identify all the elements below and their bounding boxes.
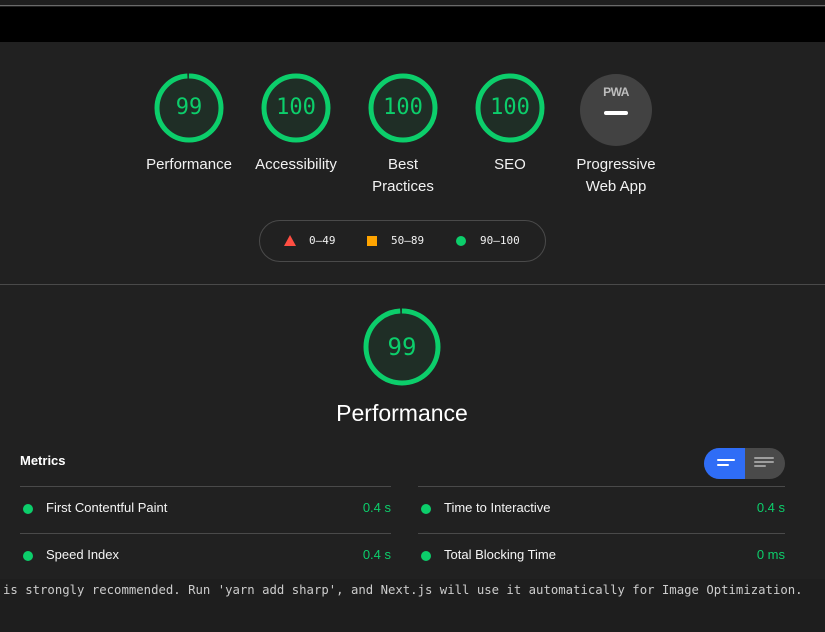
metric-label: Speed Index bbox=[46, 547, 120, 562]
seo-score: 100 bbox=[490, 95, 530, 120]
pwa-badge[interactable]: PWA bbox=[580, 74, 652, 146]
metrics-divider bbox=[20, 486, 391, 487]
metric-value: 0.4 s bbox=[756, 500, 785, 515]
score-scale-legend: 0–49 50–89 90–100 bbox=[259, 220, 546, 262]
section-divider bbox=[0, 284, 825, 285]
pwa-dash-icon bbox=[604, 111, 628, 115]
metric-value: 0.4 s bbox=[362, 500, 391, 515]
toolbar-bar bbox=[0, 7, 825, 42]
metric-first-contentful-paint: First Contentful Paint 0.4 s bbox=[20, 498, 391, 518]
seo-label: SEO bbox=[494, 156, 526, 173]
square-icon bbox=[367, 236, 377, 246]
performance-section-title: Performance bbox=[336, 400, 468, 426]
performance-label: Performance bbox=[146, 156, 232, 173]
metrics-divider bbox=[418, 533, 785, 534]
metric-label: Total Blocking Time bbox=[444, 547, 556, 562]
performance-section-score: 99 bbox=[387, 333, 417, 361]
pwa-label: Progressive Web App bbox=[576, 156, 656, 195]
triangle-icon bbox=[284, 235, 296, 246]
legend-fail-range: 0–49 bbox=[309, 234, 336, 247]
seo-gauge[interactable]: 100 bbox=[474, 72, 546, 144]
metrics-heading: Metrics bbox=[20, 453, 66, 468]
list-expanded-icon[interactable] bbox=[704, 448, 745, 479]
metrics-view-toggle[interactable] bbox=[704, 448, 785, 479]
terminal-line: is strongly recommended. Run 'yarn add s… bbox=[3, 583, 803, 597]
pwa-badge-text: PWA bbox=[603, 85, 629, 99]
circle-icon bbox=[23, 504, 33, 514]
metric-value: 0 ms bbox=[756, 547, 785, 562]
accessibility-gauge[interactable]: 100 bbox=[260, 72, 332, 144]
legend-pass-range: 90–100 bbox=[480, 234, 520, 247]
metric-label: First Contentful Paint bbox=[46, 500, 168, 515]
terminal-output[interactable]: is strongly recommended. Run 'yarn add s… bbox=[0, 579, 825, 632]
circle-icon bbox=[421, 504, 431, 514]
metric-speed-index: Speed Index 0.4 s bbox=[20, 545, 391, 565]
circle-icon bbox=[23, 551, 33, 561]
accessibility-score: 100 bbox=[276, 95, 316, 120]
best-practices-label: Best Practices bbox=[372, 156, 434, 195]
metric-time-to-interactive: Time to Interactive 0.4 s bbox=[418, 498, 785, 518]
best-practices-gauge[interactable]: 100 bbox=[367, 72, 439, 144]
metric-label: Time to Interactive bbox=[444, 500, 551, 515]
circle-icon bbox=[421, 551, 431, 561]
performance-section-gauge: 99 bbox=[362, 307, 442, 387]
best-practices-score: 100 bbox=[383, 95, 423, 120]
performance-gauge[interactable]: 99 bbox=[153, 72, 225, 144]
legend-average-range: 50–89 bbox=[391, 234, 425, 247]
list-compact-icon[interactable] bbox=[745, 448, 785, 479]
accessibility-label: Accessibility bbox=[255, 156, 337, 173]
window-top-edge bbox=[0, 0, 825, 6]
metric-total-blocking-time: Total Blocking Time 0 ms bbox=[418, 545, 785, 565]
metrics-divider bbox=[20, 533, 391, 534]
metric-value: 0.4 s bbox=[362, 547, 391, 562]
circle-icon bbox=[456, 236, 466, 246]
metrics-divider bbox=[418, 486, 785, 487]
performance-score: 99 bbox=[175, 95, 203, 120]
